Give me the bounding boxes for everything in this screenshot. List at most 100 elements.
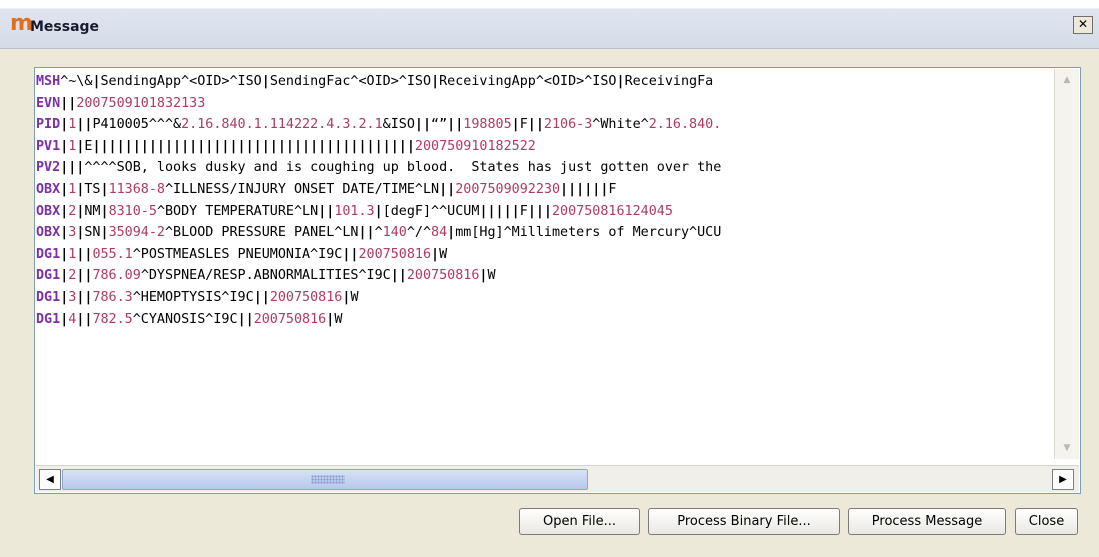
message-line: PV1|1|E|||||||||||||||||||||||||||||||||…: [36, 136, 1053, 158]
field-text: W: [334, 311, 343, 327]
field-text: F: [519, 203, 528, 219]
field-separator: |: [100, 225, 109, 241]
field-separator: ||: [76, 268, 93, 284]
window-title: Message: [30, 19, 100, 35]
message-line: PID|1||P410005^^^&2.16.840.1.114222.4.3.…: [36, 114, 1053, 136]
process-message-button[interactable]: Process Message: [848, 508, 1006, 535]
field-text: F: [608, 181, 617, 197]
field-separator: |: [261, 74, 270, 89]
segment-id: DG1: [36, 268, 61, 284]
numeric-value: 11368-8: [108, 181, 165, 197]
field-separator: ||||||: [560, 181, 609, 197]
message-line: OBX|1|TS|11368-8^ILLNESS/INJURY ONSET DA…: [36, 179, 1053, 201]
numeric-value: 200750816124045: [552, 203, 673, 219]
segment-id: OBX: [36, 225, 61, 241]
field-separator: |||: [60, 160, 85, 176]
message-content[interactable]: MSH^~\&|SendingApp^<OID>^ISO|SendingFac^…: [36, 71, 1053, 460]
numeric-value: 200750910182522: [414, 138, 536, 154]
field-text: TS: [84, 181, 101, 197]
process-binary-file-button[interactable]: Process Binary File...: [648, 508, 840, 535]
field-text: ^ILLNESS/INJURY ONSET DATE/TIME^LN: [165, 181, 440, 197]
numeric-value: 2106-3: [543, 117, 593, 133]
field-text: W: [439, 246, 448, 262]
numeric-value: 786.09: [92, 268, 141, 284]
field-text: W: [487, 268, 496, 284]
field-separator: ||: [527, 117, 544, 133]
field-text: ^BLOOD PRESSURE PANEL^LN: [165, 225, 359, 241]
scroll-left-button[interactable]: ◀: [39, 469, 61, 490]
vertical-scrollbar[interactable]: ▲ ▼: [1054, 69, 1079, 459]
segment-id: MSH: [36, 74, 61, 89]
arrow-right-icon: ▶: [1059, 474, 1067, 485]
segment-id: PV2: [36, 160, 61, 176]
numeric-value: 055.1: [92, 246, 133, 262]
field-separator: ||: [390, 268, 407, 284]
message-line: PV2|||^^^^SOB, looks dusky and is coughi…: [36, 157, 1053, 179]
field-text: ^POSTMEASLES PNEUMONIA^I9C: [132, 246, 343, 262]
open-file-button[interactable]: Open File...: [519, 508, 640, 535]
grip-icon: [311, 475, 345, 484]
field-text: SendingApp^<OID>^ISO: [100, 74, 262, 89]
field-separator: |: [92, 74, 101, 89]
field-text: ^CYANOSIS^I9C: [132, 311, 238, 327]
field-text: ^^^^SOB, looks dusky and is coughing up …: [84, 160, 722, 176]
field-text: P410005^^^&: [92, 117, 182, 133]
field-text: ^/^: [406, 225, 432, 241]
message-line: EVN||2007509101832133: [36, 93, 1053, 115]
numeric-value: 782.5: [92, 311, 133, 327]
close-button[interactable]: Close: [1015, 508, 1078, 535]
field-separator: |: [374, 203, 383, 219]
field-separator: ||: [76, 246, 93, 262]
field-separator: ||: [318, 203, 335, 219]
field-text: ^: [374, 225, 383, 241]
message-line: DG1|3||786.3^HEMOPTYSIS^I9C||200750816|W: [36, 287, 1053, 309]
field-separator: ||: [60, 95, 77, 111]
scroll-down-button[interactable]: ▼: [1057, 439, 1077, 457]
window-close-button[interactable]: ✕: [1073, 16, 1093, 34]
segment-id: DG1: [36, 246, 61, 262]
field-separator: ||: [414, 117, 432, 133]
segment-id: DG1: [36, 311, 61, 327]
field-separator: |: [511, 117, 520, 133]
horizontal-scroll-thumb[interactable]: [62, 469, 588, 490]
horizontal-scrollbar[interactable]: ◀ ▶: [36, 465, 1079, 492]
numeric-value: 200750816: [253, 311, 327, 327]
numeric-value: 786.3: [92, 289, 133, 305]
field-separator: ||: [253, 289, 270, 305]
message-line: DG1|2||786.09^DYSPNEA/RESP.ABNORMALITIES…: [36, 265, 1053, 287]
field-text: “”: [431, 117, 448, 133]
segment-id: PID: [36, 117, 61, 133]
field-separator: ||: [76, 117, 93, 133]
segment-id: OBX: [36, 203, 61, 219]
numeric-value: 2007509101832133: [76, 95, 206, 111]
scroll-up-button[interactable]: ▲: [1057, 71, 1077, 89]
field-separator: |: [431, 74, 440, 89]
field-text: SN: [84, 225, 101, 241]
field-separator: |||: [527, 203, 552, 219]
field-text: ReceivingFa: [624, 74, 714, 89]
numeric-value: 140: [382, 225, 407, 241]
scroll-right-button[interactable]: ▶: [1052, 469, 1074, 490]
numeric-value: 198805: [463, 117, 512, 133]
close-icon: ✕: [1077, 17, 1089, 31]
field-separator: ||: [237, 311, 254, 327]
numeric-value: 101.3: [334, 203, 375, 219]
arrow-down-icon: ▼: [1063, 443, 1071, 453]
field-text: mm[Hg]^Millimeters of Mercury^UCU: [455, 225, 722, 241]
field-separator: |||||: [479, 203, 520, 219]
message-line: OBX|3|SN|35094-2^BLOOD PRESSURE PANEL^LN…: [36, 222, 1053, 244]
arrow-left-icon: ◀: [46, 474, 54, 485]
field-text: NM: [84, 203, 101, 219]
message-text-area[interactable]: MSH^~\&|SendingApp^<OID>^ISO|SendingFac^…: [34, 67, 1081, 494]
numeric-value: 200750816: [406, 268, 480, 284]
message-line: MSH^~\&|SendingApp^<OID>^ISO|SendingFac^…: [36, 71, 1053, 93]
field-separator: |: [100, 181, 109, 197]
arrow-up-icon: ▲: [1063, 75, 1071, 85]
field-text: ^White^: [592, 117, 649, 133]
numeric-value: 8310-5: [108, 203, 157, 219]
segment-id: PV1: [36, 138, 61, 154]
numeric-value: 200750816: [358, 246, 432, 262]
field-text: ^DYSPNEA/RESP.ABNORMALITIES^I9C: [140, 268, 391, 284]
field-text: ^~\&: [60, 74, 93, 89]
field-separator: ||: [358, 225, 375, 241]
